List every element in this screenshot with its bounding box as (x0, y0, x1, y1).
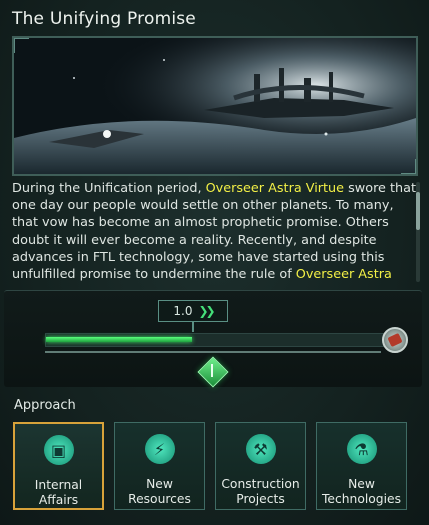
desc-text-1: During the Unification period, (12, 181, 206, 196)
approach-option-internal-affairs[interactable]: ▣ Internal Affairs (13, 422, 104, 510)
spaceship-scene-image (14, 38, 416, 174)
event-title: The Unifying Promise (12, 9, 196, 29)
progress-value: 1.0 (173, 304, 193, 318)
technology-microscope-icon: ⚗ (346, 434, 377, 464)
leader-name-link-2[interactable]: Overseer Astra (296, 267, 392, 282)
option-label: New Technologies (322, 477, 401, 506)
scrollbar-thumb[interactable] (416, 192, 420, 230)
approach-option-new-resources[interactable]: ⚡ New Resources (114, 422, 205, 510)
option-label: New Resources (128, 477, 191, 506)
stage-marker (211, 364, 213, 377)
value-pointer (192, 322, 194, 332)
description-scrollbar[interactable] (416, 182, 420, 282)
leader-name-link[interactable]: Overseer Astra Virtue (206, 181, 344, 196)
progress-track (45, 333, 387, 347)
progress-baseline (45, 351, 381, 353)
approach-option-construction-projects[interactable]: ⚒ Construction Projects (215, 422, 306, 510)
progress-fill (46, 337, 193, 342)
resources-bolt-icon: ⚡ (144, 434, 175, 464)
internal-affairs-icon: ▣ (43, 435, 74, 465)
approach-option-new-technologies[interactable]: ⚗ New Technologies (316, 422, 407, 510)
event-illustration (12, 36, 418, 176)
option-label: Construction Projects (221, 477, 300, 506)
approach-heading: Approach (14, 398, 76, 413)
event-description: During the Unification period, Overseer … (12, 180, 418, 283)
progress-value-box: 1.0 ❯❯ (158, 300, 228, 322)
construction-icon: ⚒ (245, 434, 276, 464)
leader-portrait-icon[interactable] (382, 327, 408, 353)
double-chevron-right-icon: ❯❯ (198, 304, 215, 318)
option-label: Internal Affairs (34, 478, 83, 507)
